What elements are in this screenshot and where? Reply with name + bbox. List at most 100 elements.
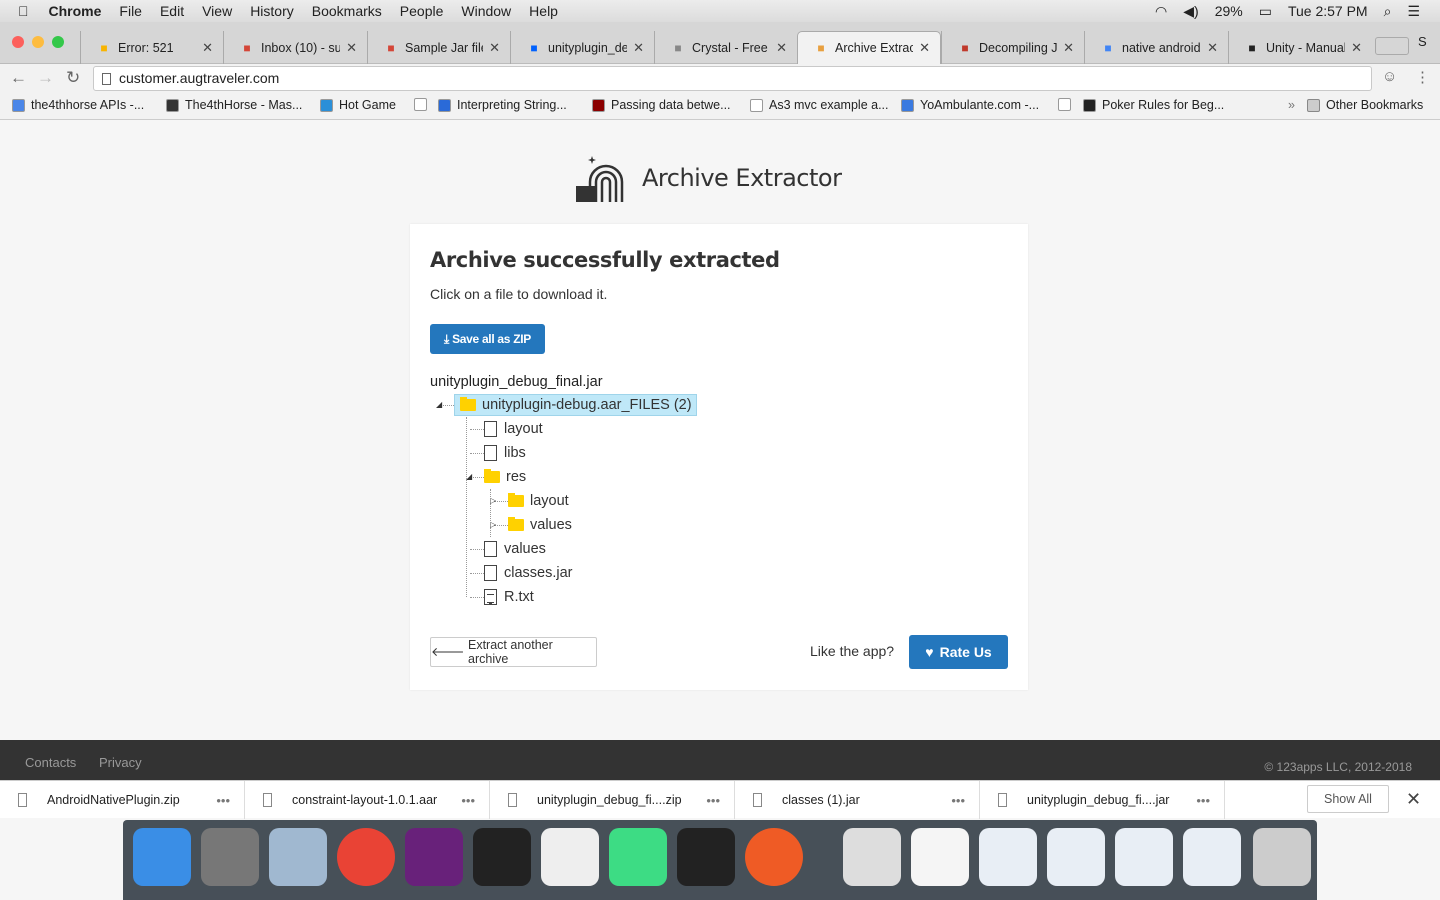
- download-item[interactable]: classes (1).jar •••: [735, 781, 980, 819]
- dock-window-5-icon[interactable]: [1183, 828, 1241, 886]
- rate-us-button[interactable]: ♥ Rate Us: [909, 635, 1008, 669]
- volume-icon[interactable]: ◀): [1183, 3, 1198, 20]
- bookmark-8[interactable]: [1058, 98, 1077, 111]
- dock-textedit-icon[interactable]: [541, 828, 599, 886]
- apple-icon[interactable]: : [18, 3, 29, 19]
- download-item[interactable]: constraint-layout-1.0.1.aar •••: [245, 781, 490, 819]
- clock[interactable]: Tue 2:57 PM: [1288, 3, 1368, 20]
- other-bookmarks[interactable]: Other Bookmarks: [1307, 98, 1423, 112]
- close-tab-icon[interactable]: ✕: [202, 40, 213, 56]
- dock-preview-icon[interactable]: [269, 828, 327, 886]
- download-options-icon[interactable]: •••: [706, 793, 720, 808]
- download-options-icon[interactable]: •••: [216, 793, 230, 808]
- dock-window-1-icon[interactable]: [911, 828, 969, 886]
- menu-people[interactable]: People: [400, 3, 444, 19]
- tree-file[interactable]: values: [484, 538, 546, 560]
- dock-terminal-icon[interactable]: [473, 828, 531, 886]
- app-logo[interactable]: Archive Extractor: [572, 152, 842, 204]
- close-tab-icon[interactable]: ✕: [346, 40, 357, 56]
- download-item[interactable]: AndroidNativePlugin.zip •••: [0, 781, 245, 819]
- menu-window[interactable]: Window: [461, 3, 511, 19]
- close-downloads-icon[interactable]: ✕: [1406, 789, 1421, 810]
- tree-file[interactable]: libs: [484, 442, 526, 464]
- chrome-menu-icon[interactable]: ⋮: [1415, 68, 1430, 86]
- dock-system-preferences-icon[interactable]: [201, 828, 259, 886]
- dock-visual-studio-icon[interactable]: [405, 828, 463, 886]
- download-options-icon[interactable]: •••: [951, 793, 965, 808]
- tree-folder[interactable]: layout: [508, 490, 569, 512]
- tab-3[interactable]: ■ unityplugin_deb ✕: [510, 31, 654, 64]
- zoom-window-button[interactable]: [52, 36, 64, 48]
- bookmark-2[interactable]: Hot Game: [320, 98, 396, 112]
- menu-file[interactable]: File: [119, 3, 142, 19]
- close-tab-icon[interactable]: ✕: [776, 40, 787, 56]
- spotlight-icon[interactable]: ⌕: [1384, 3, 1392, 20]
- extension-icon[interactable]: ☺: [1382, 68, 1397, 85]
- close-tab-icon[interactable]: ✕: [489, 40, 500, 56]
- dock-chrome-icon[interactable]: [337, 828, 395, 886]
- tab-5[interactable]: ■ Archive Extracto ✕: [797, 31, 941, 64]
- bookmark-9[interactable]: Poker Rules for Beg...: [1083, 98, 1224, 112]
- close-tab-icon[interactable]: ✕: [633, 40, 644, 56]
- dock-unity-document-icon[interactable]: [843, 828, 901, 886]
- dock-window-4-icon[interactable]: [1115, 828, 1173, 886]
- address-text[interactable]: customer.augtraveler.com: [119, 70, 279, 86]
- reload-icon[interactable]: ↻: [66, 68, 80, 88]
- address-bar[interactable]: customer.augtraveler.com: [93, 66, 1372, 91]
- bookmark-1[interactable]: The4thHorse - Mas...: [166, 98, 302, 112]
- dock-postman-icon[interactable]: [745, 828, 803, 886]
- tab-1[interactable]: ■ Inbox (10) - sum ✕: [223, 31, 367, 64]
- new-tab-button[interactable]: [1375, 37, 1409, 55]
- download-options-icon[interactable]: •••: [1196, 793, 1210, 808]
- menu-help[interactable]: Help: [529, 3, 558, 19]
- bookmark-4[interactable]: Interpreting String...: [438, 98, 567, 112]
- bookmark-5[interactable]: Passing data betwe...: [592, 98, 731, 112]
- tree-file[interactable]: layout: [484, 418, 543, 440]
- tab-0[interactable]: ■ Error: 521 ✕: [80, 31, 223, 64]
- close-window-button[interactable]: [12, 36, 24, 48]
- tree-folder[interactable]: unityplugin-debug.aar_FILES (2): [454, 394, 697, 416]
- dock-trash-icon[interactable]: [1253, 828, 1311, 886]
- tab-7[interactable]: ■ native android u ✕: [1084, 31, 1228, 64]
- close-tab-icon[interactable]: ✕: [1351, 40, 1362, 56]
- bookmark-0[interactable]: the4thhorse APIs -...: [12, 98, 144, 112]
- download-options-icon[interactable]: •••: [461, 793, 475, 808]
- tree-file[interactable]: R.txt: [484, 586, 534, 608]
- download-item[interactable]: unityplugin_debug_fi....zip •••: [490, 781, 735, 819]
- menu-edit[interactable]: Edit: [160, 3, 184, 19]
- tree-folder[interactable]: values: [508, 514, 572, 536]
- extract-another-button[interactable]: 🡐 Extract another archive: [430, 637, 597, 667]
- dock-window-2-icon[interactable]: [979, 828, 1037, 886]
- battery-percent[interactable]: 29%: [1215, 3, 1243, 20]
- tab-4[interactable]: ■ Crystal - Free V ✕: [654, 31, 797, 64]
- menu-history[interactable]: History: [250, 3, 294, 19]
- tab-6[interactable]: ■ Decompiling Ja ✕: [941, 31, 1084, 64]
- bookmark-6[interactable]: As3 mvc example a...: [750, 98, 889, 112]
- forward-icon[interactable]: →: [37, 68, 54, 88]
- tab-8[interactable]: ■ Unity - Manual: ✕: [1228, 31, 1372, 64]
- download-item[interactable]: unityplugin_debug_fi....jar •••: [980, 781, 1225, 819]
- page-info-icon[interactable]: [102, 73, 111, 85]
- tree-file[interactable]: classes.jar: [484, 562, 573, 584]
- more-bookmarks-icon[interactable]: »: [1288, 98, 1295, 112]
- dock-unity-icon[interactable]: [677, 828, 735, 886]
- tree-folder[interactable]: res: [484, 466, 526, 488]
- menu-bookmarks[interactable]: Bookmarks: [312, 3, 382, 19]
- footer-link-privacy[interactable]: Privacy: [99, 755, 142, 770]
- close-tab-icon[interactable]: ✕: [1063, 40, 1074, 56]
- bookmark-7[interactable]: YoAmbulante.com -...: [901, 98, 1039, 112]
- footer-link-contacts[interactable]: Contacts: [25, 755, 76, 770]
- save-all-zip-button[interactable]: ⤓ Save all as ZIP: [430, 324, 545, 354]
- battery-icon[interactable]: ▭: [1259, 3, 1272, 20]
- close-tab-icon[interactable]: ✕: [1207, 40, 1218, 56]
- profile-button[interactable]: S: [1418, 34, 1427, 49]
- show-all-downloads-button[interactable]: Show All: [1307, 785, 1389, 813]
- dock-window-3-icon[interactable]: [1047, 828, 1105, 886]
- collapse-triangle-icon[interactable]: ◢: [436, 400, 442, 409]
- notification-center-icon[interactable]: ☰: [1407, 3, 1420, 20]
- minimize-window-button[interactable]: [32, 36, 44, 48]
- bookmark-3[interactable]: [414, 98, 433, 111]
- wifi-icon[interactable]: ◠: [1155, 3, 1167, 20]
- back-icon[interactable]: ←: [10, 68, 27, 88]
- menu-app-name[interactable]: Chrome: [49, 3, 102, 19]
